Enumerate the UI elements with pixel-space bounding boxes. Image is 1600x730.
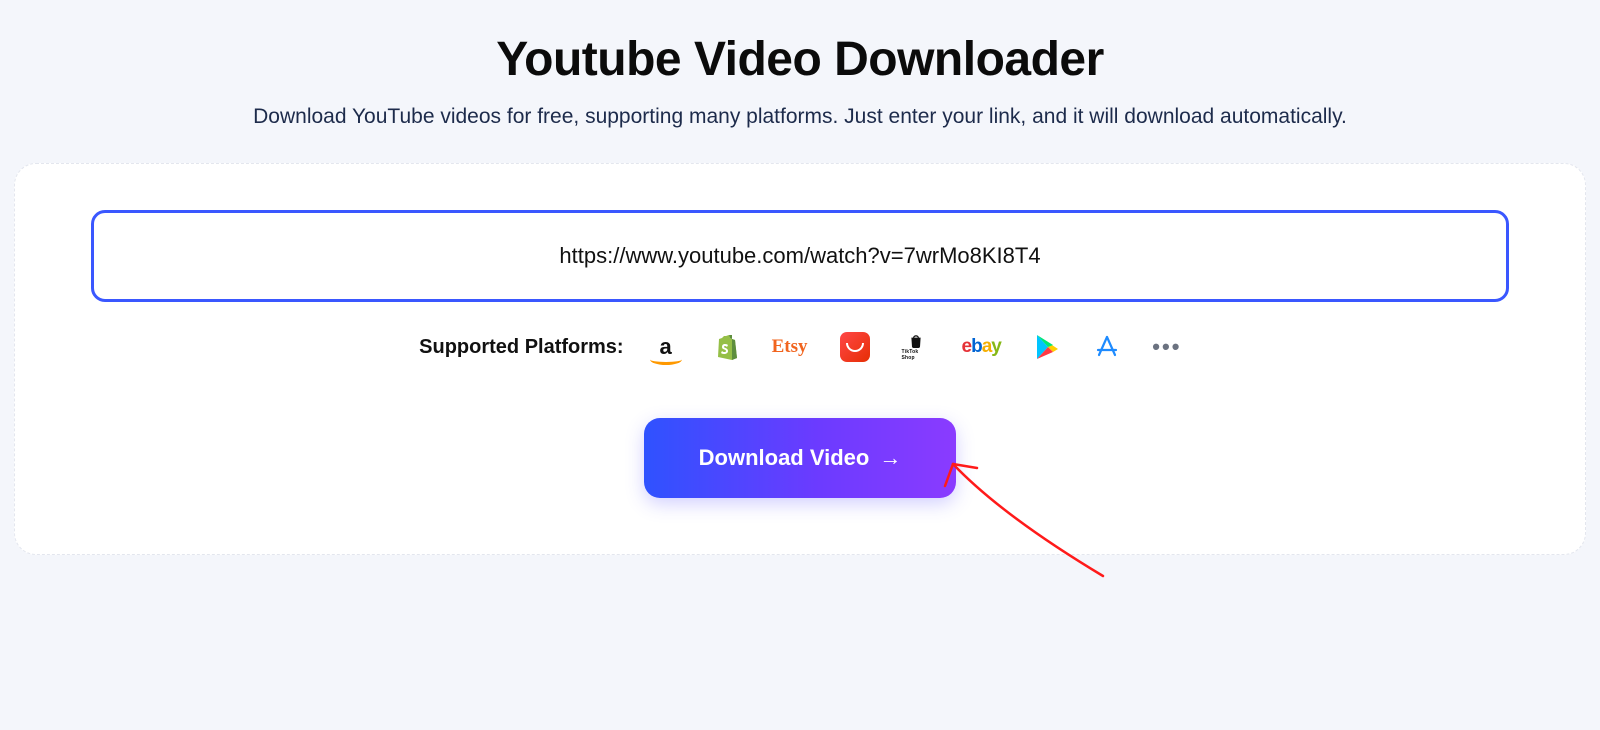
google-play-icon	[1033, 333, 1061, 361]
arrow-right-icon: →	[879, 445, 901, 471]
etsy-icon: Etsy	[772, 333, 808, 361]
supported-platforms-label: Supported Platforms:	[419, 336, 623, 359]
tiktok-shop-icon: TikTok Shop	[902, 333, 930, 361]
page: Youtube Video Downloader Download YouTub…	[0, 0, 1600, 555]
download-video-button[interactable]: Download Video →	[644, 418, 956, 498]
supported-platforms-row: Supported Platforms: a Etsy TikTok Shop …	[91, 332, 1509, 362]
url-input-wrap	[91, 210, 1509, 302]
aliexpress-icon	[840, 332, 870, 362]
ebay-icon: ebay	[962, 333, 1001, 361]
more-platforms-icon[interactable]: •••	[1153, 333, 1181, 361]
platform-icons: a Etsy TikTok Shop ebay •••	[652, 332, 1181, 362]
url-input[interactable]	[91, 210, 1509, 302]
downloader-card: Supported Platforms: a Etsy TikTok Shop …	[14, 163, 1586, 555]
shopify-icon	[712, 333, 740, 361]
download-button-label: Download Video	[699, 445, 870, 471]
annotation-arrow-icon	[933, 446, 1113, 586]
amazon-icon: a	[652, 333, 680, 361]
page-subtitle: Download YouTube videos for free, suppor…	[0, 105, 1600, 129]
app-store-icon	[1093, 333, 1121, 361]
page-title: Youtube Video Downloader	[0, 32, 1600, 87]
